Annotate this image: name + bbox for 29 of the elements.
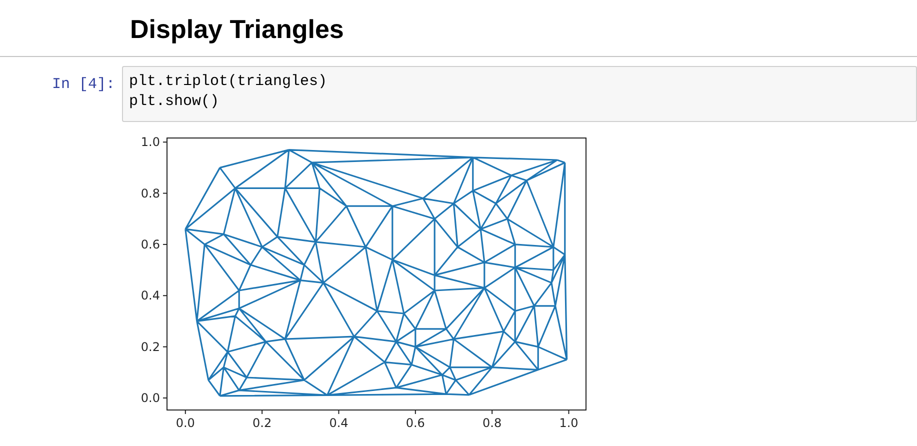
tick-mark xyxy=(162,295,168,296)
tick-mark xyxy=(184,410,186,414)
y-tick-label: 1.0 xyxy=(140,135,160,150)
x-tick-label: 0.0 xyxy=(176,416,195,430)
tick-mark xyxy=(162,346,168,348)
tick-mark xyxy=(338,410,340,414)
y-tick-label: 0.4 xyxy=(140,288,160,303)
code-line: plt.triplot(triangles) xyxy=(129,72,328,92)
tick-mark xyxy=(162,397,168,398)
code-line: plt.show() xyxy=(129,92,220,112)
tick-mark xyxy=(492,410,493,414)
tick-mark xyxy=(414,410,416,414)
section-heading: Display Triangles xyxy=(130,14,344,44)
code-cell[interactable]: plt.triplot(triangles) plt.show() xyxy=(122,66,917,122)
y-tick-label: 0.0 xyxy=(140,390,160,405)
y-tick-label: 0.2 xyxy=(140,340,160,354)
tick-mark xyxy=(162,142,168,143)
tick-mark xyxy=(568,410,570,414)
x-tick-label: 0.2 xyxy=(252,416,272,430)
y-tick-label: 0.6 xyxy=(140,237,160,252)
tick-mark xyxy=(262,410,263,414)
tick-mark xyxy=(162,192,168,194)
x-tick-label: 0.4 xyxy=(329,416,348,430)
x-tick-label: 1.0 xyxy=(559,416,578,430)
x-tick-label: 0.8 xyxy=(482,416,502,430)
tick-mark xyxy=(162,244,168,245)
input-prompt: In [4]: xyxy=(52,76,115,93)
x-tick-label: 0.6 xyxy=(406,416,425,430)
y-tick-label: 0.8 xyxy=(140,186,160,200)
